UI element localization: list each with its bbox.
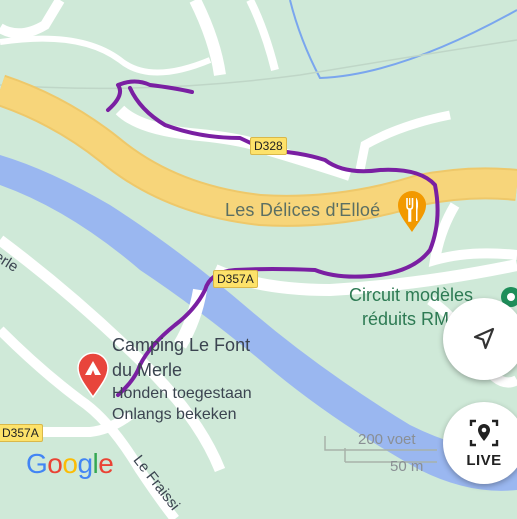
- poi-label-circuit-1[interactable]: Circuit modèles: [349, 285, 473, 306]
- navigation-arrow-icon: [473, 327, 495, 350]
- map-base: [0, 0, 517, 519]
- road-top-curve: [0, 35, 212, 76]
- poi-label-circuit-2[interactable]: réduits RM: [362, 309, 449, 330]
- road-top-mid2: [246, 0, 279, 71]
- live-view-pin-icon: [469, 419, 499, 446]
- stream-top-right: [289, 0, 517, 80]
- poi-label-restaurant[interactable]: Les Délices d'Elloé: [225, 200, 380, 221]
- road-shield-d328: D328: [250, 137, 287, 155]
- scale-feet: 200 voet: [358, 431, 416, 448]
- scale-meters: 50 m: [390, 458, 424, 475]
- camp-title-2[interactable]: du Merle: [112, 360, 182, 381]
- tent-icon: [77, 352, 109, 399]
- camp-title-1[interactable]: Camping Le Font: [112, 335, 250, 356]
- google-letter: g: [77, 448, 93, 479]
- road-shield-d357a-left: D357A: [0, 424, 43, 442]
- navigate-button[interactable]: [443, 298, 517, 380]
- map-view[interactable]: D328 D357A D357A erle Le Fraissi Les Dél…: [0, 0, 517, 519]
- google-letter: o: [47, 448, 63, 479]
- fork-knife-icon: [398, 191, 426, 232]
- road-right-branch2: [428, 202, 517, 267]
- camp-sub-1: Honden toegestaan: [112, 385, 252, 402]
- google-logo: Google: [26, 448, 114, 480]
- live-view-button[interactable]: LIVE: [443, 402, 517, 484]
- google-letter: o: [62, 448, 78, 479]
- live-label: LIVE: [466, 451, 502, 469]
- camp-pin[interactable]: [77, 352, 109, 403]
- restaurant-pin[interactable]: [397, 191, 427, 238]
- road-right-branch: [355, 110, 451, 171]
- google-letter: e: [98, 448, 114, 479]
- camp-sub-2: Onlangs bekeken: [112, 406, 237, 423]
- road-shield-d357a-top: D357A: [213, 270, 258, 288]
- google-letter: G: [26, 448, 48, 479]
- road-top-left: [0, 0, 65, 39]
